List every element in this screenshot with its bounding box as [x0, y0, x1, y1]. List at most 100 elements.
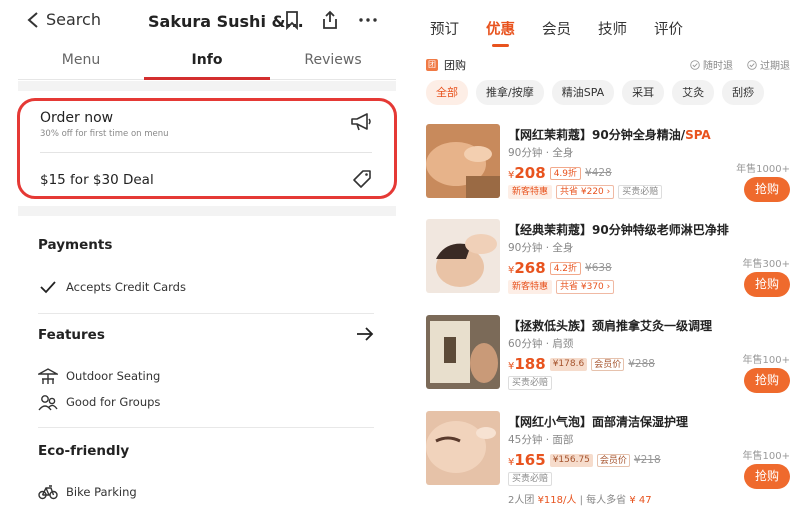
feature-item-label: Good for Groups [66, 395, 161, 409]
deal-price: ¥188 [508, 355, 546, 373]
savings-badge[interactable]: 共省 ¥220 › [556, 185, 615, 199]
check-icon [40, 281, 56, 294]
deal-title: 【拯救低头族】颈肩推拿艾灸一级调理 [508, 319, 713, 333]
refund-flag: 随时退 [690, 57, 733, 72]
category-chips: 全部 推拿/按摩 精油SPA 采耳 艾灸 刮痧 [426, 80, 765, 105]
deal-duration: 90分钟 · 全身 [508, 147, 574, 159]
deal-label[interactable]: $15 for $30 Deal [40, 172, 154, 188]
price-guarantee-badge: 买贵必赔 [508, 472, 553, 486]
features-heading: Features [38, 327, 105, 343]
original-price: ¥288 [628, 358, 655, 370]
price-row: ¥208 4.9折 ¥428 [508, 164, 612, 182]
original-price: ¥428 [585, 167, 612, 179]
top-actions [282, 10, 378, 30]
tab-booking[interactable]: 预订 [430, 18, 459, 39]
discount-badge: 4.2折 [549, 261, 582, 275]
divider [40, 152, 372, 153]
feature-item: Outdoor Seating [38, 367, 160, 385]
deal-duration: 60分钟 · 肩颈 [508, 338, 574, 350]
original-price: ¥638 [585, 262, 612, 274]
deal-thumbnail [426, 315, 500, 389]
refund-flag: 过期退 [747, 57, 790, 72]
chip-ear-cleaning[interactable]: 采耳 [622, 80, 665, 105]
chip-all[interactable]: 全部 [426, 80, 468, 105]
member-price: ¥178.6 [549, 357, 588, 371]
arrow-right-icon[interactable] [356, 327, 374, 341]
chip-moxibustion[interactable]: 艾灸 [672, 80, 715, 105]
bike-icon [38, 485, 58, 500]
tab-deals[interactable]: 优惠 [486, 18, 515, 47]
deal-thumbnail [426, 411, 500, 485]
sales-count: 年售100+ [742, 355, 790, 366]
group-buy-icon: 团 [426, 59, 438, 71]
tab-membership[interactable]: 会员 [542, 18, 571, 39]
bookmark-icon[interactable] [282, 10, 302, 30]
member-price: ¥156.75 [549, 453, 593, 467]
buy-button[interactable]: 抢购 [744, 272, 790, 297]
tab-menu[interactable]: Menu [18, 44, 144, 79]
check-circle-icon [747, 59, 757, 70]
chip-gua-sha[interactable]: 刮痧 [722, 80, 765, 105]
feature-item-label: Outdoor Seating [66, 369, 161, 383]
new-customer-badge: 新客特惠 [508, 280, 553, 294]
deal-title: 【网红小气泡】面部清洁保湿护理 [508, 415, 689, 429]
payment-item-label: Accepts Credit Cards [66, 280, 186, 294]
deal-duration: 90分钟 · 全身 [508, 242, 574, 254]
deal-card[interactable]: 【网红小气泡】面部清洁保湿护理 45分钟 · 面部 ¥165 ¥156.75 会… [426, 411, 790, 506]
share-icon[interactable] [320, 10, 340, 30]
chip-massage[interactable]: 推拿/按摩 [476, 80, 544, 105]
price-guarantee-badge: 买贵必赔 [508, 376, 553, 390]
deal-title: 【经典茉莉蔻】90分钟特级老师淋巴净排 [508, 223, 729, 237]
tab-technicians[interactable]: 技师 [598, 18, 627, 39]
order-now-card[interactable]: Order now 30% off for first time on menu… [17, 98, 397, 199]
sales-count: 年售300+ [742, 259, 790, 270]
buy-button[interactable]: 抢购 [744, 368, 790, 393]
chip-oil-spa[interactable]: 精油SPA [551, 80, 615, 105]
deals-panel: 预订 优惠 会员 技师 评价 团 团购 随时退 过期退 全部 推拿/按摩 精油S… [400, 0, 800, 507]
refund-flag-label: 过期退 [760, 61, 790, 72]
group-price-info: 2人团 ¥118/人 | 每人多省 ¥ 47 [508, 495, 652, 506]
tab-info[interactable]: Info [144, 44, 270, 80]
payment-item: Accepts Credit Cards [38, 278, 186, 296]
order-now-subtitle: 30% off for first time on menu [40, 129, 169, 139]
page-title: Sakura Sushi &... [148, 12, 304, 31]
sales-count: 年售1000+ [736, 164, 790, 175]
deal-card[interactable]: 【网红茉莉蔻】90分钟全身精油/SPA 90分钟 · 全身 ¥208 4.9折 … [426, 124, 790, 214]
tab-reviews[interactable]: Reviews [270, 44, 396, 79]
deal-card[interactable]: 【拯救低头族】颈肩推拿艾灸一级调理 60分钟 · 肩颈 ¥188 ¥178.6 … [426, 315, 790, 405]
chevron-left-icon [27, 11, 38, 28]
member-price-label: 会员价 [596, 453, 630, 467]
deal-price: ¥208 [508, 164, 546, 182]
member-price-label: 会员价 [591, 357, 625, 371]
group-buy-label: 团购 [444, 59, 466, 72]
new-customer-badge: 新客特惠 [508, 185, 553, 199]
price-guarantee-badge: 买贵必赔 [618, 185, 663, 199]
tab-reviews[interactable]: 评价 [654, 18, 683, 39]
payments-heading: Payments [38, 237, 113, 253]
section-divider [18, 206, 396, 216]
deal-card[interactable]: 【经典茉莉蔻】90分钟特级老师淋巴净排 90分钟 · 全身 ¥268 4.2折 … [426, 219, 790, 309]
deal-duration: 45分钟 · 面部 [508, 434, 574, 446]
buy-button[interactable]: 抢购 [744, 177, 790, 202]
order-now-title: Order now [40, 110, 114, 126]
group-buy-header: 团 团购 [426, 57, 466, 73]
back-button[interactable]: Search [26, 10, 101, 29]
badge-row: 新客特惠 共省 ¥370 › [508, 280, 615, 294]
deal-price: ¥165 [508, 451, 546, 469]
back-label: Search [46, 10, 101, 29]
refund-flag-label: 随时退 [703, 61, 733, 72]
restaurant-info-panel: Search Sakura Sushi &... Menu Info Revie… [0, 0, 400, 507]
badge-row: 新客特惠 共省 ¥220 › 买贵必赔 [508, 185, 663, 199]
savings-badge[interactable]: 共省 ¥370 › [556, 280, 615, 294]
eco-friendly-heading: Eco-friendly [38, 443, 130, 459]
buy-button[interactable]: 抢购 [744, 464, 790, 489]
outdoor-seating-icon [38, 368, 58, 384]
check-circle-icon [690, 59, 700, 70]
eco-item: Bike Parking [38, 483, 137, 501]
eco-item-label: Bike Parking [66, 485, 137, 499]
deal-thumbnail [426, 219, 500, 293]
divider [38, 427, 374, 428]
megaphone-icon [351, 113, 371, 131]
more-icon[interactable] [358, 10, 378, 30]
original-price: ¥218 [633, 454, 661, 466]
